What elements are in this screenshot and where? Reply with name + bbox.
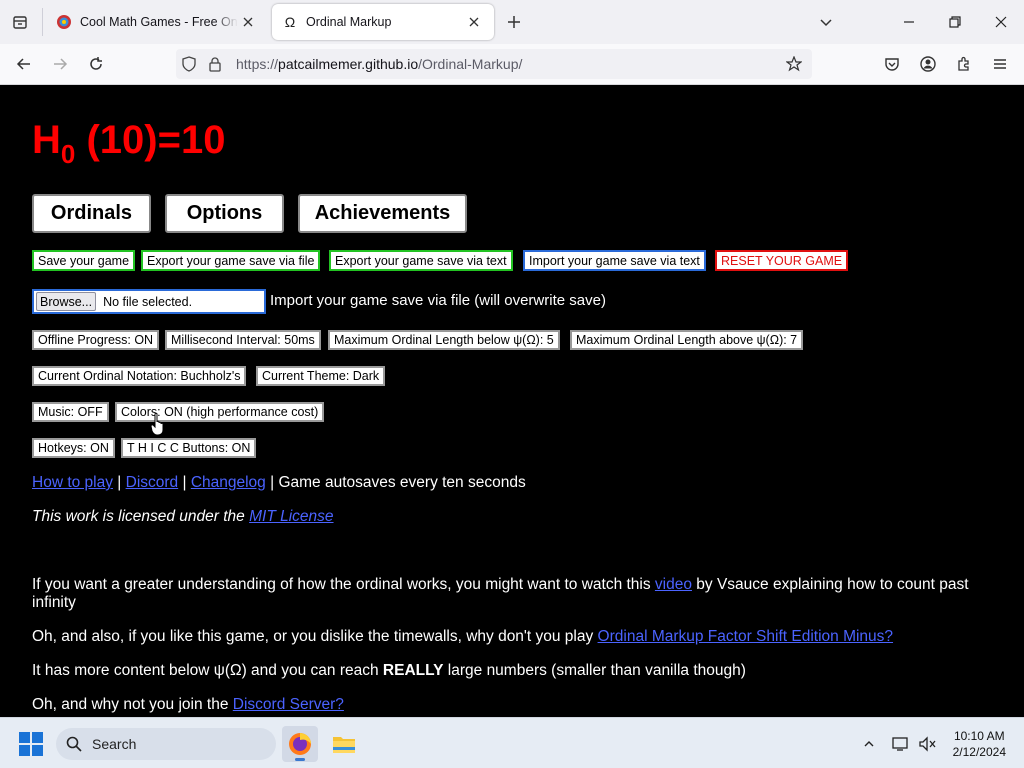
- discord-link[interactable]: Discord: [126, 474, 179, 491]
- chevron-down-icon[interactable]: [814, 10, 838, 34]
- close-window-icon[interactable]: [978, 0, 1024, 44]
- reset-game-button[interactable]: RESET YOUR GAME: [715, 250, 849, 271]
- thicc-buttons-toggle[interactable]: T H I C C Buttons: ON: [121, 438, 257, 458]
- volume-muted-icon[interactable]: [916, 732, 938, 756]
- para-text: Oh, and also, if you like this game, or …: [32, 628, 598, 645]
- clock-time: 10:10 AM: [953, 729, 1005, 743]
- file-explorer-icon[interactable]: [326, 726, 362, 762]
- new-tab-icon[interactable]: [502, 10, 526, 34]
- hotkeys-toggle[interactable]: Hotkeys: ON: [32, 438, 115, 458]
- chevron-up-icon[interactable]: [858, 732, 880, 756]
- para-text: If you want a greater understanding of h…: [32, 576, 655, 593]
- url-host: patcailmemer.github.io: [278, 56, 419, 72]
- back-icon[interactable]: [10, 50, 38, 78]
- links-row: How to play | Discord | Changelog | Game…: [32, 474, 526, 492]
- fse-minus-link[interactable]: Ordinal Markup Factor Shift Edition Minu…: [598, 628, 893, 645]
- export-file-button[interactable]: Export your game save via file: [141, 250, 321, 271]
- tab-title: Cool Math Games - Free Online Games: [80, 15, 238, 29]
- forward-icon[interactable]: [46, 50, 74, 78]
- millisecond-interval-button[interactable]: Millisecond Interval: 50ms: [165, 330, 321, 350]
- reload-icon[interactable]: [82, 50, 110, 78]
- offline-progress-toggle[interactable]: Offline Progress: ON: [32, 330, 160, 350]
- separator: |: [112, 474, 126, 491]
- lock-icon[interactable]: [202, 49, 228, 79]
- separator: |: [265, 474, 279, 491]
- para-bold: REALLY: [382, 662, 444, 679]
- windows-start-icon[interactable]: [19, 732, 43, 756]
- import-text-button[interactable]: Import your game save via text: [523, 250, 706, 271]
- taskbar: Search 10:10 AM 2/12/2024: [0, 717, 1024, 768]
- ordinal-function: H: [32, 118, 61, 162]
- tab-list-icon[interactable]: [6, 10, 34, 34]
- url-text[interactable]: https://patcailmemer.github.io/Ordinal-M…: [236, 56, 522, 72]
- extensions-icon[interactable]: [950, 50, 978, 78]
- mit-license-link[interactable]: MIT License: [249, 508, 333, 525]
- changelog-link[interactable]: Changelog: [191, 474, 266, 491]
- theme-button[interactable]: Current Theme: Dark: [256, 366, 386, 386]
- content-paragraph: It has more content below ψ(Ω) and you c…: [32, 662, 982, 680]
- fse-paragraph: Oh, and also, if you like this game, or …: [32, 628, 982, 646]
- para-text: large numbers (smaller than vanilla thou…: [443, 662, 746, 679]
- account-icon[interactable]: [914, 50, 942, 78]
- save-game-button[interactable]: Save your game: [32, 250, 136, 271]
- license-text: This work is licensed under the: [32, 508, 250, 525]
- search-icon: [56, 736, 92, 752]
- video-paragraph: If you want a greater understanding of h…: [32, 576, 982, 612]
- search-label: Search: [92, 736, 137, 752]
- discord-paragraph: Oh, and why not you join the Discord Ser…: [32, 696, 982, 714]
- colors-toggle[interactable]: Colors: ON (high performance cost): [115, 402, 325, 422]
- browse-button[interactable]: Browse...: [36, 292, 97, 311]
- ordinal-length-below-button[interactable]: Maximum Ordinal Length below ψ(Ω): 5: [328, 330, 560, 350]
- import-file-input[interactable]: Browse... No file selected.: [32, 289, 266, 314]
- tab-title: Ordinal Markup: [306, 15, 392, 29]
- ordinal-subscript: 0: [60, 139, 76, 169]
- ordinal-length-above-button[interactable]: Maximum Ordinal Length above ψ(Ω): 7: [570, 330, 804, 350]
- active-indicator: [295, 758, 305, 761]
- tab-separator: [42, 8, 43, 36]
- tab-coolmath[interactable]: Cool Math Games - Free Online Games: [46, 4, 268, 40]
- browser-tab-bar: Cool Math Games - Free Online Games Ω Or…: [0, 0, 1024, 44]
- ordinal-value: (10)=10: [75, 118, 226, 162]
- page-content: H0 (10)=10 Ordinals Options Achievements…: [0, 86, 1024, 716]
- license-line: This work is licensed under the MIT Lice…: [32, 508, 334, 526]
- para-text: Oh, and why not you join the: [32, 696, 233, 713]
- tab-achievements[interactable]: Achievements: [298, 194, 467, 233]
- close-tab-icon[interactable]: [238, 12, 258, 32]
- omega-icon: Ω: [284, 14, 296, 30]
- para-text: It has more content below ψ(Ω) and you c…: [32, 662, 383, 679]
- minimize-icon[interactable]: [886, 0, 932, 44]
- coolmath-icon: [56, 14, 72, 30]
- tab-ordinal-markup[interactable]: Ω Ordinal Markup: [272, 4, 494, 40]
- restore-icon[interactable]: [932, 0, 978, 44]
- separator: |: [178, 474, 191, 491]
- bookmark-star-icon[interactable]: [782, 52, 806, 76]
- pocket-icon[interactable]: [878, 50, 906, 78]
- menu-icon[interactable]: [986, 50, 1014, 78]
- autosave-note: Game autosaves every ten seconds: [278, 474, 526, 491]
- ordinal-notation-button[interactable]: Current Ordinal Notation: Buchholz's: [32, 366, 247, 386]
- firefox-taskbar-icon[interactable]: [282, 726, 318, 762]
- discord-server-link[interactable]: Discord Server?: [233, 696, 344, 713]
- close-tab-icon[interactable]: [464, 12, 484, 32]
- music-toggle[interactable]: Music: OFF: [32, 402, 109, 422]
- video-link[interactable]: video: [655, 576, 692, 593]
- how-to-play-link[interactable]: How to play: [32, 474, 113, 491]
- import-file-label: Import your game save via file (will ove…: [270, 292, 606, 309]
- network-icon[interactable]: [890, 732, 912, 756]
- export-text-button[interactable]: Export your game save via text: [329, 250, 513, 271]
- browser-nav-bar: https://patcailmemer.github.io/Ordinal-M…: [0, 44, 1024, 85]
- hand-cursor-icon: [150, 412, 166, 436]
- shield-icon[interactable]: [176, 49, 202, 79]
- system-clock[interactable]: 10:10 AM 2/12/2024: [953, 728, 1006, 760]
- tab-options[interactable]: Options: [165, 194, 284, 233]
- ordinal-display: H0 (10)=10: [32, 118, 226, 169]
- url-path: /Ordinal-Markup/: [418, 56, 523, 72]
- address-bar[interactable]: https://patcailmemer.github.io/Ordinal-M…: [176, 49, 812, 79]
- clock-date: 2/12/2024: [952, 745, 1006, 759]
- file-status: No file selected.: [103, 294, 193, 309]
- taskbar-search[interactable]: Search: [56, 728, 276, 760]
- tab-ordinals[interactable]: Ordinals: [32, 194, 151, 233]
- url-scheme: https://: [236, 56, 279, 72]
